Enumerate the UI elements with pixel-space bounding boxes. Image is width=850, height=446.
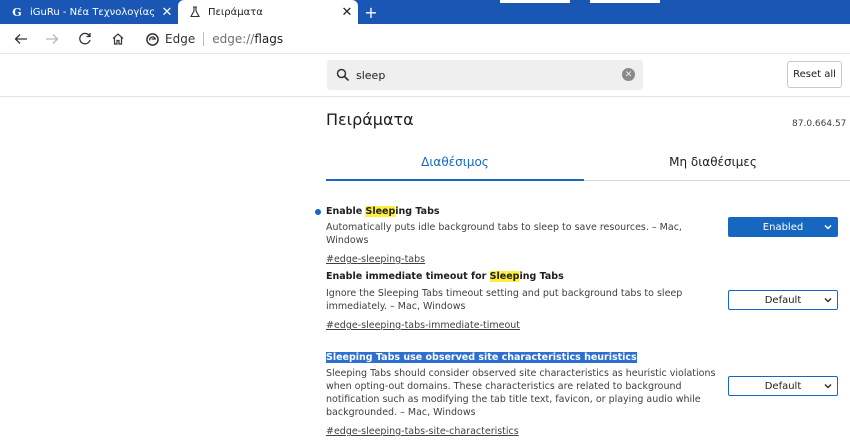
select-value: Default bbox=[764, 380, 802, 392]
window-control-strip bbox=[500, 0, 570, 3]
reset-all-button[interactable]: Reset all bbox=[787, 61, 842, 88]
experiment-name: Sleeping Tabs use observed site characte… bbox=[326, 352, 637, 363]
search-icon bbox=[336, 68, 350, 82]
chevron-down-icon bbox=[824, 224, 832, 230]
active-tab-indicator bbox=[326, 179, 584, 181]
experiment-permalink[interactable]: #edge-sleeping-tabs-immediate-timeout bbox=[326, 320, 520, 332]
modified-indicator-dot bbox=[315, 209, 321, 215]
forward-arrow-icon bbox=[46, 34, 59, 44]
flask-icon bbox=[188, 5, 202, 19]
tab-strip: G iGuRu - Νέα Τεχνολογίας σε πρ ✕ Πειράμ… bbox=[0, 0, 850, 24]
experiment-name: Enable immediate timeout for Sleeping Ta… bbox=[326, 271, 564, 282]
experiment-state-select[interactable]: Default bbox=[728, 290, 838, 310]
forward-button[interactable] bbox=[41, 28, 63, 50]
flags-search-header: ✕ Reset all bbox=[0, 55, 850, 97]
home-button[interactable] bbox=[107, 28, 129, 50]
tab-title: Πειράματα bbox=[208, 6, 263, 18]
tab-unavailable[interactable]: Μη διαθέσιμες bbox=[584, 143, 842, 181]
experiment-permalink[interactable]: #edge-sleeping-tabs-site-characteristics bbox=[326, 426, 519, 438]
experiment-description: Ignore the Sleeping Tabs timeout setting… bbox=[326, 288, 683, 312]
back-arrow-icon bbox=[14, 34, 27, 44]
refresh-button[interactable] bbox=[74, 28, 96, 50]
tab-available[interactable]: Διαθέσιμος bbox=[326, 143, 584, 181]
address-bar[interactable]: Edge edge://flags bbox=[146, 29, 283, 49]
edge-logo-icon bbox=[146, 32, 159, 46]
close-tab-icon[interactable]: ✕ bbox=[336, 5, 358, 20]
search-input[interactable] bbox=[356, 68, 606, 82]
url-text: edge://flags bbox=[212, 32, 284, 46]
home-icon bbox=[112, 33, 124, 45]
experiment-description: Sleeping Tabs should consider observed s… bbox=[326, 368, 716, 418]
tab-title: iGuRu - Νέα Τεχνολογίας σε πρ bbox=[30, 6, 156, 18]
address-separator bbox=[203, 32, 205, 46]
refresh-icon bbox=[79, 32, 91, 45]
page-title: Πειράματα bbox=[326, 110, 414, 129]
experiment-state-select[interactable]: Enabled bbox=[728, 217, 838, 237]
experiment-item: Enable Sleeping Tabs Automatically puts … bbox=[326, 205, 721, 266]
chevron-down-icon bbox=[824, 297, 832, 303]
chevron-down-icon bbox=[824, 383, 832, 389]
select-value: Default bbox=[764, 294, 802, 306]
tab-flags[interactable]: Πειράματα ✕ bbox=[178, 0, 358, 24]
experiment-item: Enable immediate timeout for Sleeping Ta… bbox=[326, 270, 721, 332]
close-tab-icon[interactable]: ✕ bbox=[156, 5, 178, 20]
tab-iguru[interactable]: G iGuRu - Νέα Τεχνολογίας σε πρ ✕ bbox=[0, 0, 178, 24]
select-value: Enabled bbox=[762, 221, 804, 233]
site-identity-label: Edge bbox=[165, 32, 196, 46]
experiment-state-select[interactable]: Default bbox=[728, 376, 838, 396]
experiment-permalink[interactable]: #edge-sleeping-tabs bbox=[326, 254, 425, 266]
new-tab-button[interactable]: + bbox=[360, 0, 382, 24]
version-label: 87.0.664.57 bbox=[792, 119, 847, 129]
experiment-name: Enable Sleeping Tabs bbox=[326, 206, 440, 217]
window-control-strip bbox=[590, 0, 660, 3]
address-toolbar: Edge edge://flags bbox=[0, 24, 850, 54]
back-button[interactable] bbox=[10, 28, 32, 50]
iguru-favicon-icon: G bbox=[12, 5, 22, 19]
experiment-item: Sleeping Tabs use observed site characte… bbox=[326, 351, 721, 438]
search-box[interactable]: ✕ bbox=[327, 60, 643, 90]
experiment-description: Automatically puts idle background tabs … bbox=[326, 222, 682, 246]
section-tabs: Διαθέσιμος Μη διαθέσιμες bbox=[326, 143, 850, 181]
clear-search-icon[interactable]: ✕ bbox=[622, 68, 635, 81]
